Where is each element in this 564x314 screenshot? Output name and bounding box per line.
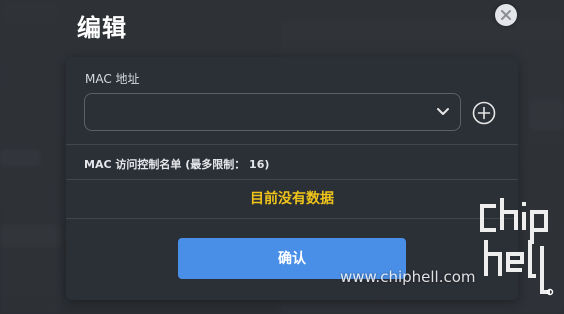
empty-list-message: 目前没有数据 [250,191,334,207]
mac-acl-list-title: MAC 访问控制名单 (最多限制： 16) [84,158,270,171]
close-icon [501,10,511,20]
divider [66,179,518,180]
mac-address-select[interactable] [84,93,461,131]
mac-address-label: MAC 地址 [85,72,140,86]
divider [66,144,518,145]
modal-title: 编辑 [77,14,127,42]
add-mac-button[interactable] [472,101,496,125]
close-button[interactable] [495,4,517,26]
plus-circle-icon [472,101,496,125]
edit-dialog: MAC 地址 MAC 访问控制名单 (最多限制： 16) 目前没有数据 确认 [66,57,518,300]
chiphell-logo [480,198,554,296]
watermark-text: www.chiphell.com [340,268,476,286]
divider [66,218,518,219]
chevron-down-icon [437,108,449,115]
